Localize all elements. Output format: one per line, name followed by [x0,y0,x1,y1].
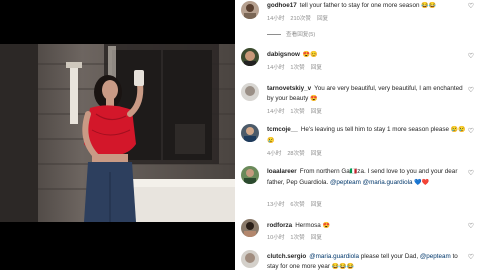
post-photo[interactable] [0,44,235,222]
avatar[interactable] [241,48,259,66]
heart-icon[interactable]: ♡ [468,223,474,230]
avatar[interactable] [241,219,259,237]
comment-likes[interactable]: 6次赞 [290,202,304,208]
comments-panel: godhoe17 tell your father to stay for one… [235,0,480,270]
mention-link[interactable]: @maria.guardiola [309,253,359,260]
heart-icon[interactable]: ♡ [468,87,474,94]
comment-text: tarnovetskiy_v You are very beautiful, ve… [267,84,467,104]
reply-button[interactable]: 回复 [311,151,322,157]
comment-username[interactable]: loaalareer [267,168,297,175]
comment-likes[interactable]: 1次赞 [290,235,304,241]
heart-icon[interactable]: ♡ [468,53,474,60]
comment-time: 14小时 [267,109,285,115]
reply-button[interactable]: 回复 [317,16,328,22]
comment-text: loaalareer From northern Ga🇮🇹za. I send l… [267,167,467,188]
comment-body: please tell your Dad, [360,253,419,260]
comment-emoji: 💙❤️ [414,179,430,186]
comment-likes[interactable]: 210次赞 [290,16,311,22]
avatar[interactable] [241,166,259,184]
comment-time: 14小时 [267,16,285,22]
mention-link[interactable]: @pepteam [420,253,451,260]
heart-icon[interactable]: ♡ [468,128,474,135]
comment-meta: 10小时 1次赞 回复 [267,233,328,241]
view-replies[interactable]: 查看回复(5) [267,30,315,38]
comment-username[interactable]: tarnovetskiy_v [267,85,311,92]
comment-meta: 4小时 28次赞 回复 [267,149,328,157]
post-media [0,0,235,270]
avatar[interactable] [241,1,259,19]
comment-username[interactable]: clutch.sergio [267,253,306,260]
comment-meta: 14小时 1次赞 回复 [267,107,328,115]
comment-body: From northern Ga [299,168,350,175]
comment-likes[interactable]: 28次赞 [287,151,304,157]
comment-likes[interactable]: 1次赞 [290,65,304,71]
comment-time: 13小时 [267,202,285,208]
comment-username[interactable]: tcmcoje__ [267,126,298,133]
comment-meta: 14小时 210次赞 回复 [267,14,334,22]
comment-username[interactable]: rodforza [267,222,292,229]
comment-meta: 13小时 6次赞 回复 [267,200,328,208]
comment-emoji: 😂😂 [421,3,437,9]
comment-meta: 14小时 1次赞 回复 [267,63,328,71]
comment-username[interactable]: dabigsnow [267,51,300,58]
comment-emoji: 😍😊 [302,52,318,58]
comment-text: clutch.sergio @maria.guardiola please tel… [267,252,467,270]
comment-text: rodforza Hermosa 😍 [267,221,467,232]
comment-emoji: 😍 [322,223,330,229]
comment-likes[interactable]: 1次赞 [290,109,304,115]
comment-username[interactable]: godhoe17 [267,2,297,9]
view-replies-label[interactable]: 查看回复(5) [286,32,315,38]
replies-line [267,34,281,36]
avatar[interactable] [241,83,259,101]
heart-icon[interactable]: ♡ [468,3,474,10]
comment-time: 14小时 [267,65,285,71]
mention-link[interactable]: @pepteam [330,179,361,186]
comment-body: Hermosa [295,222,321,229]
reply-button[interactable]: 回复 [311,65,322,71]
reply-button[interactable]: 回复 [311,109,322,115]
heart-icon[interactable]: ♡ [468,170,474,177]
comment-body: tell your father to stay for one more se… [299,2,420,9]
comment-text: dabigsnow 😍😊 [267,50,467,61]
comment-emoji: 😍 [310,95,318,102]
comment-body: He's leaving us tell him to stay 1 more … [300,126,450,133]
comment-text: godhoe17 tell your father to stay for one… [267,1,467,12]
reply-button[interactable]: 回复 [311,235,322,241]
comment-text: tcmcoje__ He's leaving us tell him to sta… [267,125,467,146]
avatar[interactable] [241,124,259,142]
comment-emoji: 😂😂😂 [331,263,355,270]
avatar[interactable] [241,250,259,268]
reply-button[interactable]: 回复 [311,202,322,208]
heart-icon[interactable]: ♡ [468,254,474,261]
comment-time: 10小时 [267,235,285,241]
comment-time: 4小时 [267,151,282,157]
mention-link[interactable]: @maria.guardiola [363,179,413,186]
photo-scene [0,44,235,222]
